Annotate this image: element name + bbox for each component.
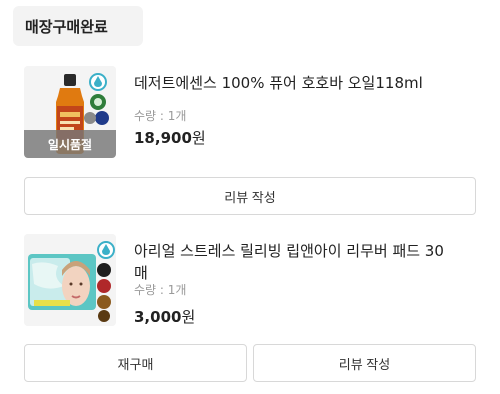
price: 18,900원 <box>134 127 206 148</box>
remover-pad-icon <box>24 234 116 326</box>
quantity-text: 수량 : 1개 <box>134 109 187 123</box>
section-header: 매장구매완료 <box>13 6 143 46</box>
section-title: 매장구매완료 <box>25 17 108 36</box>
order-item: 아리얼 스트레스 릴리빙 립앤아이 리무버 패드 30매 수량 : 1개 3,0… <box>24 234 476 330</box>
price-value: 3,000 <box>134 308 182 326</box>
product-name[interactable]: 아리얼 스트레스 릴리빙 립앤아이 리무버 패드 30매 <box>134 240 454 284</box>
rebuy-button[interactable]: 재구매 <box>24 344 247 382</box>
soldout-badge: 일시품절 <box>24 130 116 158</box>
product-thumbnail[interactable]: 일시품절 <box>24 66 116 158</box>
price-currency: 원 <box>181 308 196 326</box>
write-review-button[interactable]: 리뷰 작성 <box>253 344 476 382</box>
product-name[interactable]: 데저트에센스 100% 퓨어 호호바 오일118ml <box>134 72 464 94</box>
order-item: 일시품절 데저트에센스 100% 퓨어 호호바 오일118ml 수량 : 1개 … <box>24 66 476 162</box>
quantity-text: 수량 : 1개 <box>134 283 187 297</box>
write-review-button[interactable]: 리뷰 작성 <box>24 177 476 215</box>
price-value: 18,900 <box>134 129 192 147</box>
product-thumbnail[interactable] <box>24 234 116 326</box>
price-currency: 원 <box>191 129 206 147</box>
price: 3,000원 <box>134 306 195 327</box>
